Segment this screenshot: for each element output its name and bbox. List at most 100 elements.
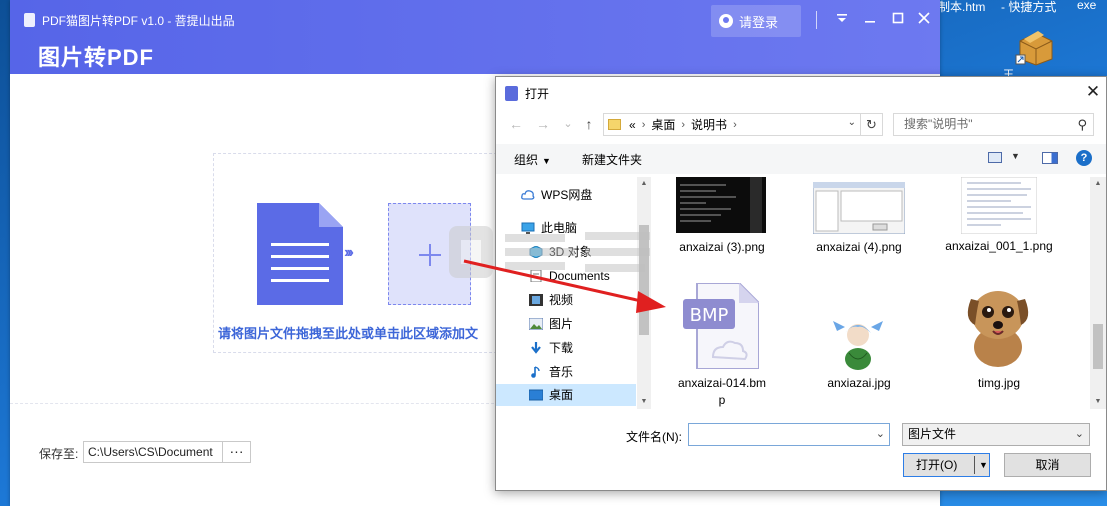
login-button[interactable]: 请登录	[711, 5, 801, 37]
chevron-right-icon: ›	[733, 118, 737, 131]
file-item[interactable]: anxaizai (4).png	[789, 177, 929, 265]
forward-button[interactable]: →	[533, 114, 553, 134]
file-name: anxaizai (4).png	[816, 240, 902, 254]
refresh-button[interactable]: ↻	[861, 113, 883, 136]
login-label: 请登录	[739, 14, 779, 30]
app-logo-icon	[24, 13, 35, 27]
save-label: 保存至:	[39, 447, 79, 461]
package-icon[interactable]	[1014, 27, 1058, 67]
user-icon	[719, 14, 733, 28]
sidebar-item-wps[interactable]: WPS网盘	[496, 184, 636, 206]
caret-down-icon[interactable]: ▼	[1011, 151, 1020, 161]
up-button[interactable]: ↑	[579, 114, 599, 134]
filename-input[interactable]: ⌄	[688, 423, 890, 446]
sidebar-item-label: 桌面	[549, 388, 574, 402]
dialog-app-icon	[505, 86, 518, 101]
recent-locations-button[interactable]: ⌄	[558, 114, 578, 134]
cancel-button[interactable]: 取消	[1004, 453, 1091, 477]
organize-button[interactable]: 组织 ▼	[514, 151, 551, 168]
terminal-thumbnail	[676, 177, 766, 233]
caret-down-icon[interactable]: ▼	[979, 454, 988, 476]
scrollbar-thumb[interactable]	[1093, 324, 1103, 369]
desktop-file-label[interactable]: 制本.htm	[938, 0, 985, 15]
download-icon	[531, 342, 541, 354]
chevron-right-icon: ›	[681, 118, 686, 131]
scroll-up-icon[interactable]: ▲	[639, 179, 649, 189]
breadcrumb-overflow[interactable]: «	[629, 118, 636, 132]
anime-girl-thumbnail	[813, 315, 903, 371]
breadcrumb-desktop[interactable]: 桌面	[651, 116, 675, 133]
maximize-icon[interactable]	[887, 8, 909, 30]
sidebar-item-desktop[interactable]: 桌面	[496, 384, 636, 406]
chevron-down-icon: ⌄	[1074, 428, 1084, 440]
scroll-down-icon[interactable]: ▼	[1093, 397, 1103, 407]
file-name: anxaizai (3).png	[679, 240, 765, 254]
file-name: anxiazai.jpg	[827, 376, 891, 390]
preview-pane-icon[interactable]	[1042, 152, 1058, 164]
sidebar-item-label: 视频	[549, 293, 574, 307]
search-placeholder: 搜索"说明书"	[904, 117, 973, 131]
back-button[interactable]: ←	[506, 114, 526, 134]
filename-label: 文件名(N):	[626, 430, 682, 444]
save-path-field[interactable]: C:\Users\CS\Document	[83, 441, 223, 463]
file-type-badge: BMP	[690, 305, 729, 326]
app-header: PDF猫图片转PDF v1.0 - 菩提山出品 图片转PDF 请登录	[10, 0, 940, 74]
chevron-down-icon[interactable]: ⌄	[848, 117, 856, 128]
sidebar-item-downloads[interactable]: 下载	[496, 337, 636, 359]
file-type-select[interactable]: 图片文件 ⌄	[902, 423, 1090, 446]
window-thumbnail	[813, 182, 905, 234]
browse-button[interactable]: ···	[222, 441, 251, 463]
dialog-title: 打开	[525, 87, 550, 101]
organize-label: 组织	[514, 153, 539, 167]
desktop-shortcut-label[interactable]: - 快捷方式	[1001, 0, 1056, 15]
dropdown-menu-icon[interactable]	[831, 8, 853, 30]
file-item[interactable]: anxaizai (3).png	[653, 177, 792, 265]
minimize-icon[interactable]	[859, 8, 881, 30]
view-mode-icon[interactable]	[988, 152, 1002, 163]
bmp-file-icon: BMP	[683, 283, 759, 369]
file-grid: anxaizai (3).png anxaizai (4).png anxaiz…	[653, 177, 1090, 409]
file-grid-scrollbar[interactable]: ▲ ▼	[1090, 177, 1106, 409]
sidebar-item-label: 音乐	[549, 365, 574, 379]
file-name: anxaizai_001_1.png	[945, 239, 1053, 253]
file-item[interactable]: anxiazai.jpg	[789, 279, 929, 407]
new-folder-button[interactable]: 新建文件夹	[582, 151, 642, 168]
sidebar-item-pictures[interactable]: 图片	[496, 313, 636, 335]
watermark-logo	[449, 226, 650, 278]
file-item[interactable]: BMP anxaizai-014.bmp	[653, 279, 792, 407]
desktop-icon	[529, 389, 543, 401]
file-type-value: 图片文件	[908, 427, 957, 441]
music-icon	[531, 366, 540, 378]
header-separator	[816, 11, 817, 29]
search-icon: ⚲	[1077, 117, 1087, 132]
dialog-close-button[interactable]: ✕	[1081, 80, 1105, 104]
file-name: timg.jpg	[977, 376, 1021, 390]
chevron-right-icon: ›	[641, 118, 646, 131]
help-icon[interactable]: ?	[1076, 150, 1092, 166]
desktop-exe-label[interactable]: exe	[1077, 0, 1096, 12]
open-button[interactable]: 打开(O) ▼	[903, 453, 990, 477]
navigation-pane: WPS网盘 此电脑 3D 对象 Documents 视频 图片 下载 音乐	[496, 177, 651, 409]
sidebar-item-label: WPS网盘	[541, 188, 593, 202]
sidebar-item-label: 图片	[549, 317, 574, 331]
video-icon	[529, 294, 543, 306]
cloud-icon	[521, 190, 535, 200]
sidebar-scrollbar[interactable]: ▲ ▼	[637, 177, 651, 409]
file-item[interactable]: anxaizai_001_1.png	[929, 177, 1069, 273]
close-icon[interactable]	[913, 8, 935, 30]
breadcrumb-folder[interactable]: 说明书	[691, 116, 727, 133]
search-input[interactable]: 搜索"说明书" ⚲	[893, 113, 1094, 136]
sidebar-item-music[interactable]: 音乐	[496, 361, 636, 383]
scroll-down-icon[interactable]: ▼	[639, 397, 649, 407]
chevron-down-icon[interactable]: ⌄	[876, 427, 885, 440]
scroll-up-icon[interactable]: ▲	[1093, 179, 1103, 189]
file-item[interactable]: timg.jpg	[929, 279, 1069, 407]
sidebar-item-videos[interactable]: 视频	[496, 289, 636, 311]
app-title: PDF猫图片转PDF v1.0 - 菩提山出品	[42, 14, 235, 28]
file-name: anxaizai-014.bmp	[677, 376, 767, 407]
address-bar[interactable]: « › 桌面 › 说明书 › ⌄	[603, 113, 861, 136]
page-title: 图片转PDF	[38, 45, 155, 70]
caret-down-icon: ▼	[542, 156, 551, 166]
dialog-toolbar: 组织 ▼ 新建文件夹 ▼ ?	[496, 144, 1106, 174]
folder-icon	[608, 119, 621, 130]
